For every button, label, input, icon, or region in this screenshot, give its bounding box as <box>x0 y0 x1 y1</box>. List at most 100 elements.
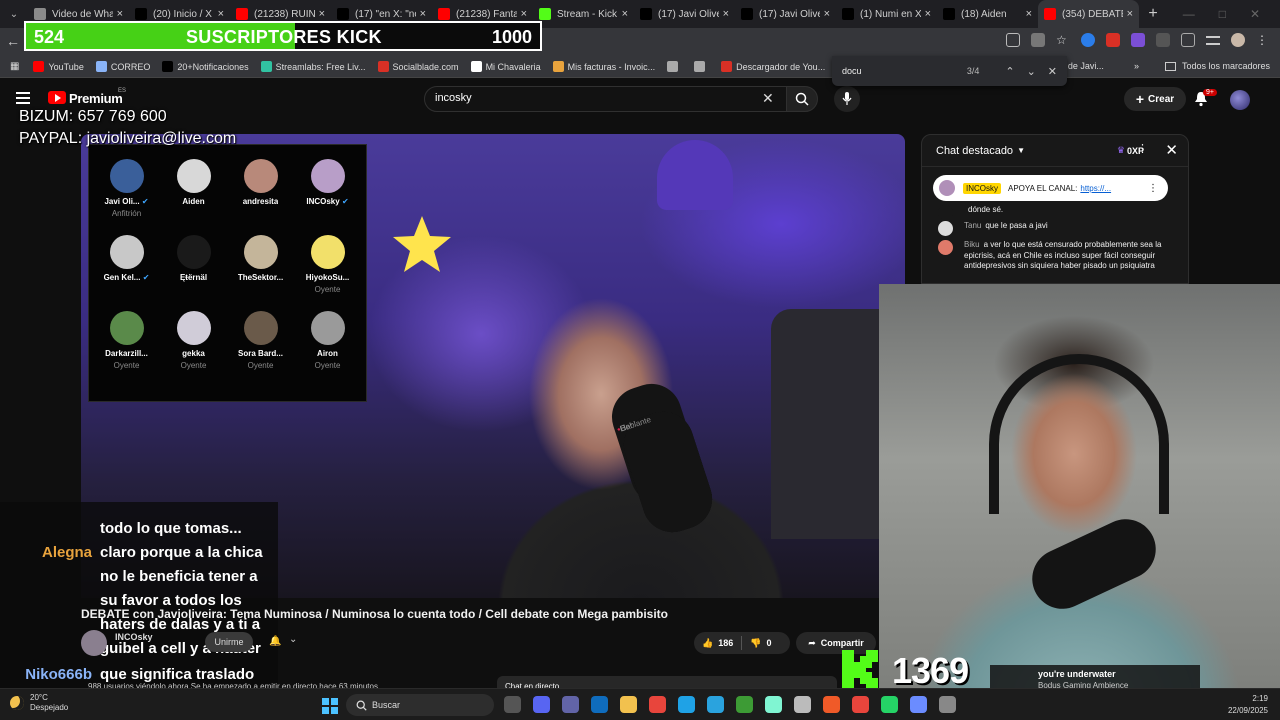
youtube-logo-icon[interactable] <box>48 91 66 104</box>
bookmark-item[interactable]: Streamlabs: Free Liv... <box>260 61 366 72</box>
participant[interactable]: ĘŧërnälHablante <box>160 235 720 540</box>
playlist-icon[interactable] <box>1206 35 1220 45</box>
dislike-icon[interactable]: 👎 <box>750 638 761 649</box>
menu-dots-icon[interactable]: ⋮ <box>1256 33 1270 47</box>
participant[interactable]: AidenCoanfitri... <box>160 159 720 540</box>
brave-icon[interactable] <box>823 696 840 713</box>
extensions-icon[interactable] <box>1181 33 1195 47</box>
pinned-menu-icon[interactable]: ⋮ <box>1148 183 1158 194</box>
tab-close-icon[interactable]: × <box>117 8 123 20</box>
extension-blue-icon[interactable] <box>1081 33 1095 47</box>
browser-tab[interactable]: (18) Aiden × <box>937 0 1038 28</box>
bell-icon[interactable]: 🔔 <box>269 636 281 647</box>
settings-icon[interactable] <box>939 696 956 713</box>
bookmark-partial[interactable]: k de Javi... <box>1061 61 1104 71</box>
participant[interactable]: gekka Oyente <box>160 311 227 382</box>
telegram-icon[interactable] <box>707 696 724 713</box>
reader-icon[interactable] <box>1031 33 1045 47</box>
browser-tab[interactable]: Stream - Kick D × <box>533 0 634 28</box>
edge-icon[interactable] <box>678 696 695 713</box>
bookmark-item[interactable]: Descargador de You... <box>721 61 825 72</box>
participant[interactable]: Javi Oli... ✔ Anfitrión <box>93 159 160 230</box>
chevron-down-icon[interactable]: ⌄ <box>289 634 297 645</box>
dislike-count[interactable]: 0 <box>766 638 771 648</box>
start-button[interactable] <box>322 698 338 714</box>
bookmarks-more-button[interactable]: » <box>1134 61 1139 71</box>
pinned-link[interactable]: https://... <box>1080 184 1111 193</box>
chrome-icon-2[interactable] <box>852 696 869 713</box>
participant[interactable]: Gen Kel... ✔Hablante <box>93 235 720 540</box>
tab-close-icon[interactable]: × <box>521 8 527 20</box>
taskbar-search[interactable]: Buscar <box>346 694 494 716</box>
find-prev-icon[interactable]: ⌃ <box>1005 65 1014 78</box>
back-icon[interactable]: ← <box>6 33 20 49</box>
search-input[interactable]: incosky <box>424 86 790 112</box>
voice-search-button[interactable] <box>834 86 860 112</box>
participant[interactable]: andresitaCoanfitri... <box>227 159 720 540</box>
maximize-icon[interactable]: □ <box>1219 7 1226 21</box>
find-input[interactable]: docu <box>842 66 967 76</box>
tab-close-icon[interactable]: × <box>319 8 325 20</box>
participant[interactable]: Sora Bard... Oyente <box>227 311 294 382</box>
file-icon[interactable] <box>504 696 521 713</box>
browser-tab[interactable]: (17) Javi Olivei × <box>634 0 735 28</box>
whatsapp-icon[interactable] <box>881 696 898 713</box>
participant[interactable]: Darkarzill... Oyente <box>93 311 160 382</box>
weather-widget[interactable]: 20°C Despejado <box>10 693 68 713</box>
new-tab-button[interactable]: + <box>1139 5 1167 23</box>
create-button[interactable]: + Crear <box>1124 87 1186 111</box>
bookmark-item[interactable]: Mi Chavaleria <box>470 61 541 72</box>
tab-close-icon[interactable]: × <box>824 8 830 20</box>
tab-close-icon[interactable]: × <box>622 8 628 20</box>
participant[interactable]: Airon Oyente <box>294 311 361 382</box>
browser-tab[interactable]: (354) DEBATE × <box>1038 0 1139 28</box>
tab-close-icon[interactable]: × <box>1127 8 1133 20</box>
bookmark-item[interactable]: Socialblade.com <box>377 61 459 72</box>
obs-icon[interactable] <box>794 696 811 713</box>
profile-icon[interactable] <box>1231 33 1245 47</box>
folder-icon[interactable] <box>620 696 637 713</box>
channel-avatar[interactable] <box>81 630 107 656</box>
chat-menu-icon[interactable]: ⋮ <box>1137 142 1148 155</box>
tab-close-icon[interactable]: × <box>420 8 426 20</box>
browser-tab[interactable]: (1) Numi en X × <box>836 0 937 28</box>
account-avatar[interactable] <box>1230 90 1250 110</box>
bookmark-item[interactable]: YouTube <box>33 61 84 72</box>
chevron-down-icon[interactable]: ▼ <box>1017 146 1025 155</box>
chat-mode-selector[interactable]: Chat destacado <box>936 145 1013 157</box>
cast-icon[interactable] <box>1006 33 1020 47</box>
bookmark-item[interactable] <box>694 61 709 72</box>
tab-close-icon[interactable]: × <box>723 8 729 20</box>
close-window-icon[interactable]: ✕ <box>1250 7 1260 21</box>
bookmark-item[interactable] <box>667 61 682 72</box>
extension-purple-icon[interactable] <box>1131 33 1145 47</box>
browser-tab[interactable]: (17) Javi Olivei × <box>735 0 836 28</box>
bookmark-item[interactable]: 20+Notificaciones <box>162 61 249 72</box>
apps-grid-icon[interactable]: ▦ <box>10 61 19 72</box>
participant[interactable]: INCOsky ✔Hablante <box>294 159 720 540</box>
bookmark-star-icon[interactable]: ☆ <box>1056 33 1070 47</box>
tab-close-icon[interactable]: × <box>1026 8 1032 20</box>
chat-message[interactable]: Tanu que le pasa a javi <box>938 221 1170 236</box>
chat-message[interactable]: dónde sé. <box>938 205 1170 220</box>
join-button[interactable]: Unirme <box>205 632 253 652</box>
all-bookmarks-link[interactable]: Todos los marcadores <box>1182 61 1270 71</box>
pinned-message[interactable]: INCOsky APOYA EL CANAL: https://... ⋮ <box>933 175 1168 201</box>
photos-icon[interactable] <box>910 696 927 713</box>
extension-red-icon[interactable] <box>1106 33 1120 47</box>
youtube-brand[interactable]: Premium <box>69 91 123 106</box>
channel-name[interactable]: INCOsky <box>115 632 153 642</box>
bookmark-item[interactable]: Mis facturas - Invoic... <box>552 61 655 72</box>
streamlabs-icon[interactable] <box>765 696 782 713</box>
hamburger-menu-icon[interactable] <box>16 92 30 104</box>
chat-close-icon[interactable]: ✕ <box>1165 141 1178 159</box>
search-button[interactable] <box>786 86 818 112</box>
participant[interactable]: HiyokoSu... Oyente <box>294 235 361 306</box>
tab-close-icon[interactable]: × <box>925 8 931 20</box>
camtasia-icon[interactable] <box>736 696 753 713</box>
chrome-icon[interactable] <box>649 696 666 713</box>
like-count[interactable]: 186 <box>718 638 733 648</box>
chat-message[interactable]: Biku a ver lo que está censurado probable… <box>938 240 1170 272</box>
tab-close-icon[interactable]: × <box>218 8 224 20</box>
system-clock[interactable]: 2:19 22/09/2025 <box>1228 693 1268 717</box>
